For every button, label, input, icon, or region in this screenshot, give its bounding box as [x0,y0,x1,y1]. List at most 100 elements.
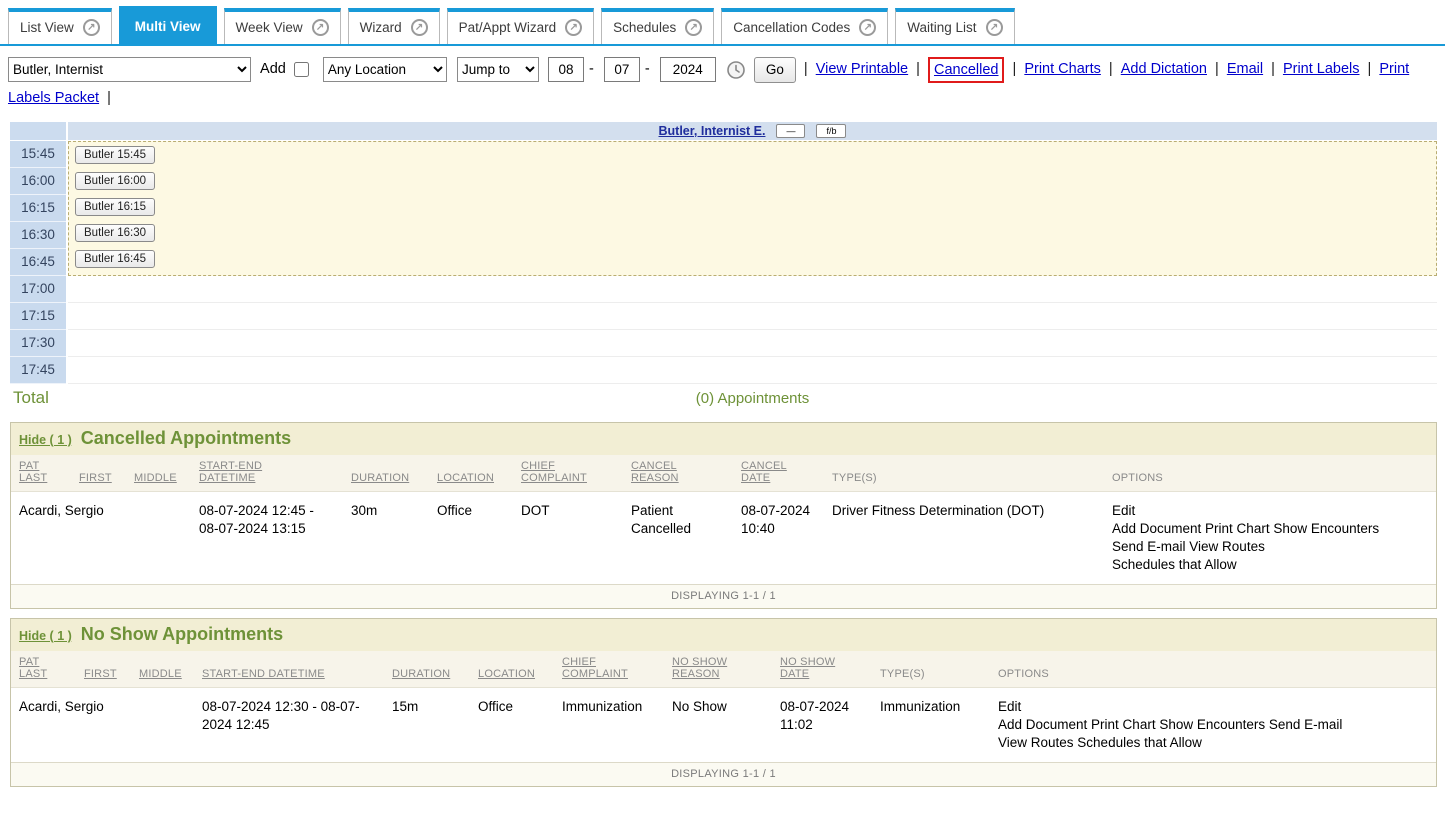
separator: | [1109,61,1113,77]
time-label: 16:15 [10,195,66,222]
separator: | [107,90,111,106]
date-day-input[interactable] [604,57,640,82]
sort-first[interactable]: FIRST [79,472,112,484]
option-edit-link[interactable]: Edit [1112,502,1428,520]
link-add-dictation[interactable]: Add Dictation [1121,61,1207,77]
option-links[interactable]: Add Document Print Chart Show Encounters… [998,716,1428,734]
sort-noshow-date[interactable]: NO SHOW DATE [780,656,838,680]
popout-icon[interactable]: ↗ [685,19,702,36]
total-label: Total [10,388,68,408]
cancelled-paging-status: DISPLAYING 1-1 / 1 [11,584,1436,608]
sort-duration[interactable]: DURATION [351,472,409,484]
tab-wizard[interactable]: Wizard ↗ [348,8,440,44]
fb-toggle-button[interactable]: f/b [816,124,846,138]
minimize-column-button[interactable]: — [776,124,805,138]
open-slot-button[interactable]: Butler 16:15 [75,198,155,216]
date-year-input[interactable] [660,57,716,82]
open-slot-button[interactable]: Butler 16:30 [75,224,155,242]
date-month-input[interactable] [548,57,584,82]
tab-multi-view[interactable]: Multi View [119,6,217,44]
sort-location[interactable]: LOCATION [437,472,494,484]
col-middle: MIDDLE [126,455,191,492]
popout-icon[interactable]: ↗ [986,19,1003,36]
grid-header-row: Butler, Internist E. — f/b [10,122,1437,140]
slot-row: Butler 16:45 [69,247,1436,273]
tab-week-view[interactable]: Week View ↗ [224,8,341,44]
location-select[interactable]: Any Location [323,57,447,82]
option-links[interactable]: View Routes Schedules that Allow [998,734,1428,752]
separator: | [1368,61,1372,77]
jump-to-select[interactable]: Jump to [457,57,539,82]
cell-chief-complaint: DOT [513,491,623,584]
sort-pat-last[interactable]: PAT LAST [19,656,47,680]
cancelled-appointments-section: Hide ( 1 ) Cancelled Appointments PAT LA… [10,422,1437,609]
go-button[interactable]: Go [754,57,796,83]
add-checkbox[interactable] [294,62,309,77]
provider-link[interactable]: Butler, Internist E. [659,124,766,138]
link-email[interactable]: Email [1227,61,1263,77]
sort-chief-complaint[interactable]: CHIEF COMPLAINT [521,460,583,484]
popout-icon[interactable]: ↗ [859,19,876,36]
slot-row: Butler 15:45 [69,143,1436,169]
tab-label: Wizard [360,20,402,35]
time-label: 17:15 [10,303,66,330]
sort-middle[interactable]: MIDDLE [139,668,182,680]
time-label: 17:45 [10,357,66,384]
option-links[interactable]: Add Document Print Chart Show Encounters [1112,520,1428,538]
cell-duration: 15m [384,687,470,762]
open-slot-button[interactable]: Butler 16:45 [75,250,155,268]
empty-slot-row [68,357,1437,384]
time-label: 16:00 [10,168,66,195]
tab-pat-appt-wizard[interactable]: Pat/Appt Wizard ↗ [447,8,595,44]
option-schedules-link[interactable]: Schedules that Allow [1112,556,1428,574]
cell-chief-complaint: Immunization [554,687,664,762]
popout-icon[interactable]: ↗ [565,19,582,36]
popout-icon[interactable]: ↗ [411,19,428,36]
sort-start-end[interactable]: START-END DATETIME [202,668,325,680]
open-slot-button[interactable]: Butler 16:00 [75,172,155,190]
slot-row: Butler 16:15 [69,195,1436,221]
grid-corner [10,122,66,140]
sort-cancel-reason[interactable]: CANCEL REASON [631,460,683,484]
col-middle: MIDDLE [131,651,194,688]
sort-start-end[interactable]: START-END DATETIME [199,460,277,484]
tab-cancellation-codes[interactable]: Cancellation Codes ↗ [721,8,888,44]
link-view-printable[interactable]: View Printable [816,61,908,77]
tab-waiting-list[interactable]: Waiting List ↗ [895,8,1014,44]
sort-cancel-date[interactable]: CANCEL DATE [741,460,793,484]
sort-location[interactable]: LOCATION [478,668,535,680]
noshow-paging-status: DISPLAYING 1-1 / 1 [11,762,1436,786]
hide-cancelled-link[interactable]: Hide ( 1 ) [19,433,72,447]
link-cancelled[interactable]: Cancelled [934,62,999,78]
sort-first[interactable]: FIRST [84,668,117,680]
sort-middle[interactable]: MIDDLE [134,472,177,484]
link-print-charts[interactable]: Print Charts [1024,61,1101,77]
popout-icon[interactable]: ↗ [312,19,329,36]
cell-cancel-date: 08-07-2024 10:40 [733,491,824,584]
separator: | [1271,61,1275,77]
section-title: No Show Appointments [81,624,283,645]
link-print-labels[interactable]: Print Labels [1283,61,1360,77]
col-location: LOCATION [429,455,513,492]
popout-icon[interactable]: ↗ [83,19,100,36]
hide-noshow-link[interactable]: Hide ( 1 ) [19,629,72,643]
option-links[interactable]: Send E-mail View Routes [1112,538,1428,556]
col-duration: DURATION [384,651,470,688]
provider-column-header: Butler, Internist E. — f/b [68,122,1437,140]
tab-list-view[interactable]: List View ↗ [8,8,112,44]
tab-label: Schedules [613,20,676,35]
empty-slot-row [68,303,1437,330]
sort-pat-last[interactable]: PAT LAST [19,460,47,484]
separator: | [1215,61,1219,77]
sort-noshow-reason[interactable]: NO SHOW REASON [672,656,734,680]
tab-label: Week View [236,20,303,35]
open-schedule-block: Butler 15:45 Butler 16:00 Butler 16:15 B… [68,141,1437,276]
sort-chief-complaint[interactable]: CHIEF COMPLAINT [562,656,624,680]
open-slot-button[interactable]: Butler 15:45 [75,146,155,164]
tab-schedules[interactable]: Schedules ↗ [601,8,714,44]
col-cancel-reason: CANCEL REASON [623,455,733,492]
sort-duration[interactable]: DURATION [392,668,450,680]
option-edit-link[interactable]: Edit [998,698,1428,716]
clock-icon[interactable] [726,60,746,80]
provider-select[interactable]: Butler, Internist [8,57,251,82]
